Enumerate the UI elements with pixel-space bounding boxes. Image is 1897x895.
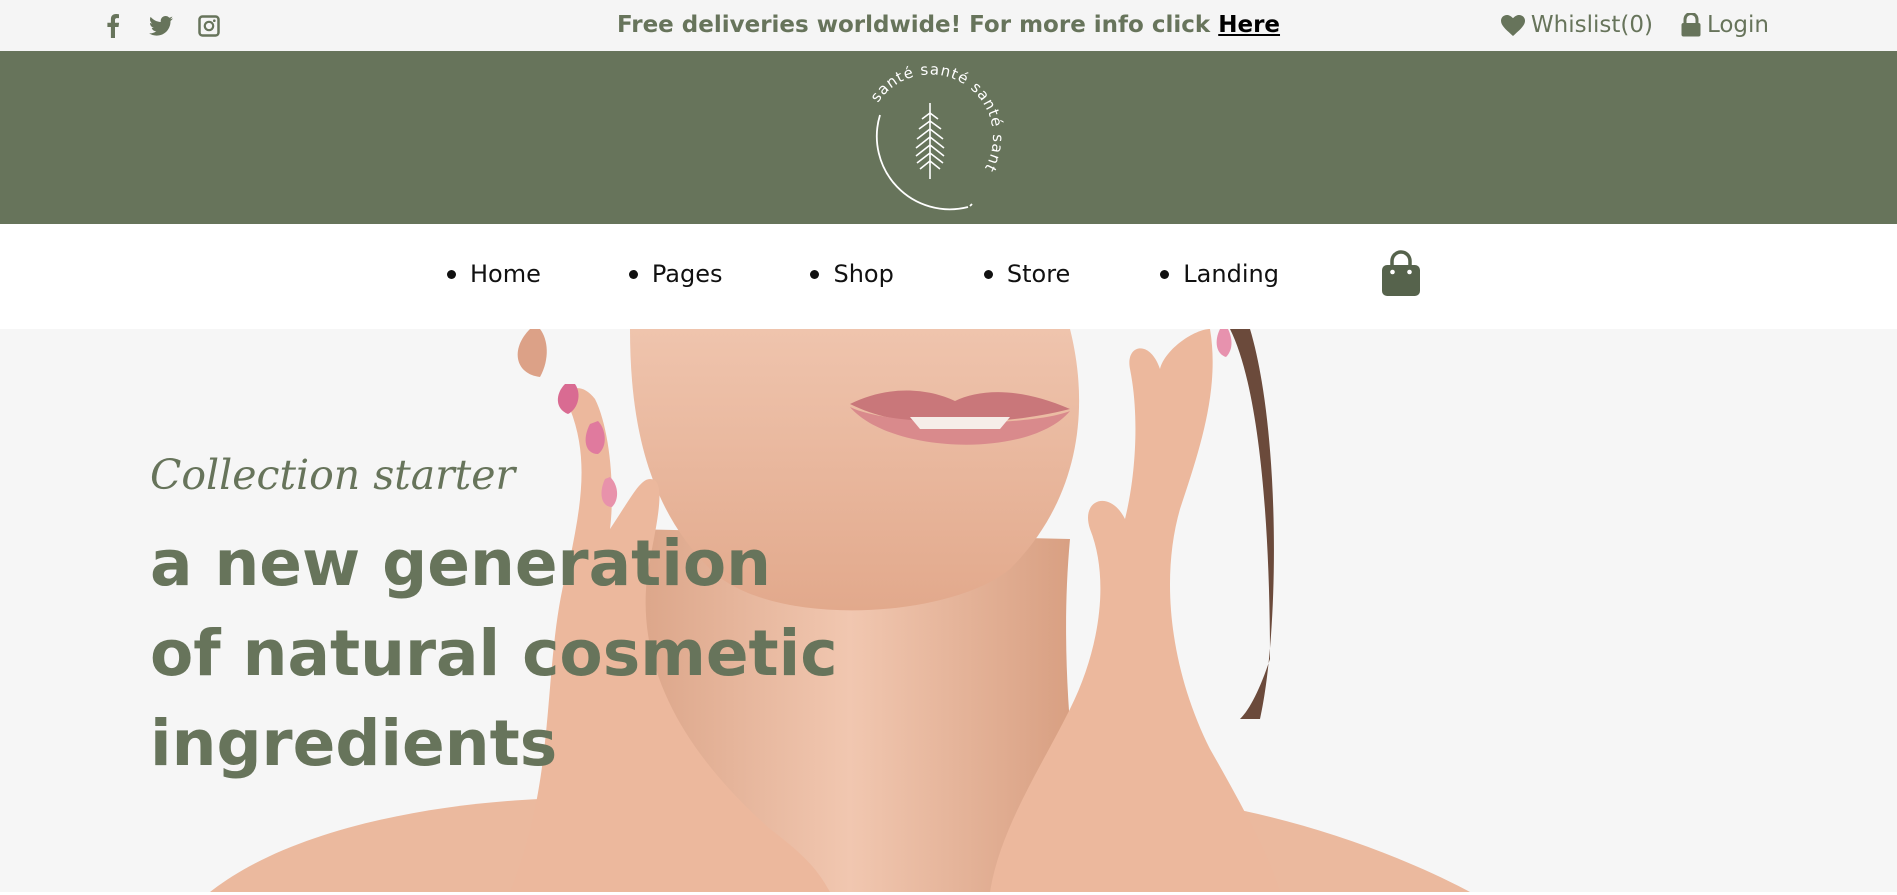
- login-label: Login: [1706, 12, 1769, 38]
- nav-list: Home Pages Shop Store Landing: [447, 260, 1279, 288]
- hero-eyebrow: Collection starter: [150, 451, 516, 499]
- wishlist-label: Whislist(0): [1530, 12, 1653, 38]
- nav-item-landing[interactable]: Landing: [1160, 260, 1279, 288]
- bullet: [983, 269, 993, 279]
- heart-icon: [1500, 14, 1525, 36]
- nav-item-label: Home: [470, 260, 541, 288]
- nav-item-store[interactable]: Store: [983, 260, 1071, 288]
- promo-text: Free deliveries worldwide! For more info…: [616, 12, 1219, 38]
- login-link[interactable]: Login: [1681, 12, 1769, 38]
- bullet: [1160, 269, 1170, 279]
- wishlist-link[interactable]: Whislist(0): [1500, 12, 1653, 38]
- nav-item-label: Shop: [833, 260, 894, 288]
- hero-text: Collection starter a new generation of n…: [150, 451, 850, 789]
- nav-item-label: Store: [1006, 260, 1071, 288]
- brand-logo[interactable]: santé santé santé santé: [848, 61, 1018, 221]
- nav-item-pages[interactable]: Pages: [628, 260, 723, 288]
- main-nav: Home Pages Shop Store Landing: [0, 224, 1897, 329]
- top-bar: Free deliveries worldwide! For more info…: [0, 0, 1897, 51]
- hero-section: Collection starter a new generation of n…: [0, 329, 1897, 892]
- shopping-bag-icon[interactable]: [1380, 250, 1422, 298]
- promo-link[interactable]: Here: [1218, 12, 1280, 38]
- svg-text:santé santé santé santé: santé santé santé santé: [848, 61, 1007, 176]
- lock-icon: [1681, 13, 1701, 37]
- nav-item-label: Pages: [651, 260, 723, 288]
- nav-item-home[interactable]: Home: [447, 260, 541, 288]
- account-links: Whislist(0) Login: [1500, 12, 1769, 38]
- hero-headline: a new generation of natural cosmetic ing…: [150, 527, 838, 780]
- site-header: santé santé santé santé: [0, 51, 1897, 224]
- nav-item-shop[interactable]: Shop: [810, 260, 894, 288]
- nav-item-label: Landing: [1183, 260, 1279, 288]
- logo-text: santé santé santé santé: [848, 61, 1006, 176]
- bullet: [628, 269, 638, 279]
- bullet: [810, 269, 820, 279]
- bullet: [447, 269, 456, 279]
